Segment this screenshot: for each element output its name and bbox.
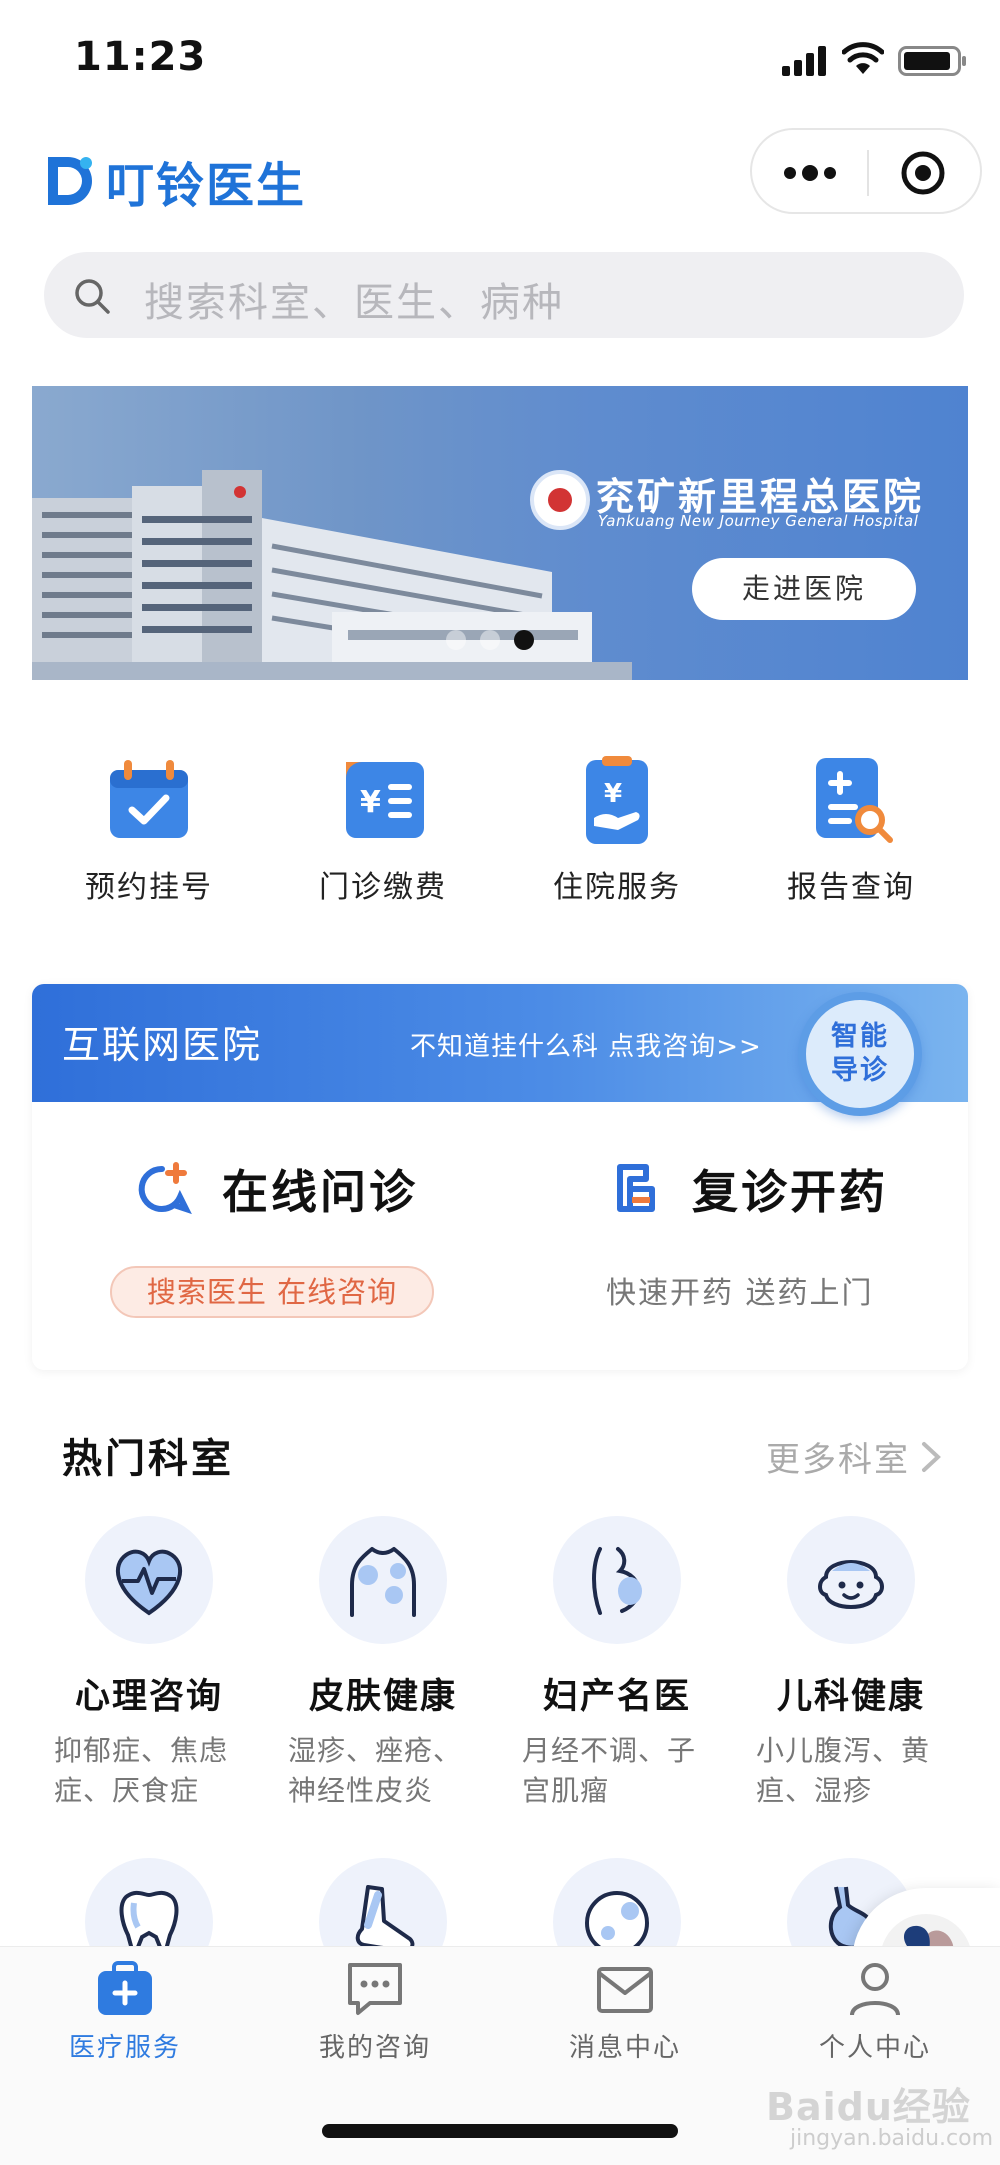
online-consult-title: 在线问诊 (222, 1165, 418, 1219)
dingling-logo-icon (48, 157, 92, 205)
baidu-watermark: Baidu经验 (766, 2085, 971, 2129)
quick-label: 住院服务 (553, 870, 681, 905)
quick-label: 门诊缴费 (319, 870, 447, 905)
pregnancy-icon (592, 1547, 642, 1615)
internet-hospital-card: 互联网医院 不知道挂什么科 点我咨询>> 智能 导诊 在线问诊 搜索医生 在线咨… (32, 984, 968, 1370)
dept-name: 妇产名医 (542, 1677, 691, 1717)
quick-inpatient[interactable]: ¥ 住院服务 (500, 744, 734, 924)
carousel-dot[interactable] (480, 630, 500, 650)
carousel-dots (446, 630, 534, 650)
app-logo: 叮铃医生 (42, 146, 306, 216)
hospital-hand-icon: ¥ (586, 756, 648, 844)
chat-plus-icon (138, 1162, 192, 1215)
carousel-dot[interactable] (446, 630, 466, 650)
enter-hospital-button[interactable]: 走进医院 (692, 558, 916, 620)
more-departments-link[interactable]: 更多科室 (766, 1432, 944, 1481)
renew-prescription-button[interactable]: 复诊开药 (606, 1156, 888, 1222)
more-departments-label: 更多科室 (766, 1440, 910, 1480)
status-time: 11:23 (74, 34, 207, 80)
smart-guide-label: 智能 (831, 1021, 889, 1052)
tab-label: 消息中心 (568, 2033, 681, 2063)
report-search-icon (816, 758, 893, 843)
dept-obstetrics[interactable]: 妇产名医 月经不调、子宫肌瘤 (500, 1516, 734, 1811)
search-icon (75, 279, 110, 314)
dept-desc: 小儿腹泻、黄疸、湿疹 (756, 1734, 931, 1807)
carousel-dot-active[interactable] (514, 630, 534, 650)
hospital-name-en: Yankuang New Journey General Hospital (598, 512, 919, 530)
calendar-check-icon (110, 760, 188, 838)
search-doctor-pill[interactable]: 搜索医生 在线咨询 (110, 1266, 434, 1318)
more-icon[interactable] (782, 158, 838, 188)
app-name: 叮铃医生 (106, 158, 307, 214)
svg-text:¥: ¥ (604, 779, 622, 809)
dept-name: 心理咨询 (74, 1677, 223, 1717)
status-bar: 11:23 (0, 0, 1000, 120)
search-placeholder: 搜索科室、医生、病种 (144, 280, 564, 326)
renew-prescription-title: 复诊开药 (692, 1165, 888, 1219)
dept-name: 皮肤健康 (308, 1677, 457, 1717)
quick-payment[interactable]: ¥ 门诊缴费 (266, 744, 500, 924)
battery-icon (898, 46, 966, 76)
skin-torso-icon (350, 1547, 416, 1617)
dept-desc: 月经不调、子宫肌瘤 (522, 1734, 697, 1807)
hospital-building-image (32, 470, 632, 680)
tab-my-consult[interactable]: 我的咨询 (250, 1961, 500, 2064)
medkit-icon (98, 1961, 152, 2015)
tab-label: 个人中心 (818, 2033, 931, 2063)
dept-desc: 抑郁症、焦虑症、厌食症 (54, 1734, 229, 1807)
search-bar[interactable]: 搜索科室、医生、病种 (44, 252, 964, 338)
chevron-right-icon (922, 1441, 941, 1472)
heart-pulse-icon (115, 1549, 183, 1616)
tab-medical-service[interactable]: 医疗服务 (0, 1961, 250, 2064)
tab-label: 我的咨询 (318, 2033, 431, 2063)
close-miniprogram-icon[interactable] (900, 150, 946, 196)
dept-pediatrics[interactable]: 儿科健康 小儿腹泻、黄疸、湿疹 (734, 1516, 968, 1811)
hospital-emblem-icon (530, 470, 590, 530)
bill-payment-icon: ¥ (346, 762, 424, 838)
tab-messages[interactable]: 消息中心 (500, 1961, 750, 2064)
tab-profile[interactable]: 个人中心 (750, 1961, 1000, 2064)
consult-hint-link[interactable]: 不知道挂什么科 点我咨询>> (410, 1026, 762, 1063)
smart-guide-label: 导诊 (831, 1055, 889, 1086)
dept-name: 儿科健康 (776, 1677, 925, 1717)
quick-label: 预约挂号 (85, 870, 213, 905)
home-indicator (322, 2124, 678, 2138)
svg-text:¥: ¥ (360, 785, 381, 820)
baby-face-icon (818, 1560, 884, 1609)
quick-report[interactable]: 报告查询 (734, 744, 968, 924)
tab-label: 医疗服务 (68, 2033, 181, 2063)
prescription-icon (617, 1164, 655, 1212)
hospital-banner[interactable]: 兖矿新里程总医院 Yankuang New Journey General Ho… (32, 386, 968, 680)
quick-services: 预约挂号 ¥ 门诊缴费 ¥ 住院服务 报告查询 (32, 744, 968, 924)
mail-icon (597, 1967, 653, 2013)
cellular-signal-icon (782, 46, 826, 76)
online-consult-button[interactable]: 在线问诊 (136, 1156, 418, 1222)
miniprogram-capsule (750, 128, 982, 214)
baidu-watermark-url: jingyan.baidu.com (790, 2126, 994, 2151)
chat-bubble-icon (348, 1963, 402, 2015)
quick-appointment[interactable]: 预约挂号 (32, 744, 266, 924)
person-icon (850, 1963, 900, 2016)
renew-prescription-sub: 快速开药 送药上门 (606, 1276, 874, 1311)
dept-psychology[interactable]: 心理咨询 抑郁症、焦虑症、厌食症 (32, 1516, 266, 1811)
department-grid: 心理咨询 抑郁症、焦虑症、厌食症 皮肤健康 湿疹、痤疮、神经性皮炎 妇产名医 月… (32, 1516, 968, 1811)
capsule-divider (867, 150, 869, 196)
internet-hospital-title: 互联网医院 (62, 1023, 263, 1067)
smart-guide-button[interactable]: 智能 导诊 (798, 992, 922, 1116)
wifi-icon (842, 42, 884, 74)
dept-dermatology[interactable]: 皮肤健康 湿疹、痤疮、神经性皮炎 (266, 1516, 500, 1811)
quick-label: 报告查询 (787, 870, 915, 905)
dept-desc: 湿疹、痤疮、神经性皮炎 (288, 1734, 463, 1807)
hot-departments: 热门科室 更多科室 心理咨询 抑郁症、焦虑症、厌食症 皮肤健康 湿疹、痤疮、神经… (32, 1398, 968, 1986)
section-title: 热门科室 (62, 1436, 234, 1482)
